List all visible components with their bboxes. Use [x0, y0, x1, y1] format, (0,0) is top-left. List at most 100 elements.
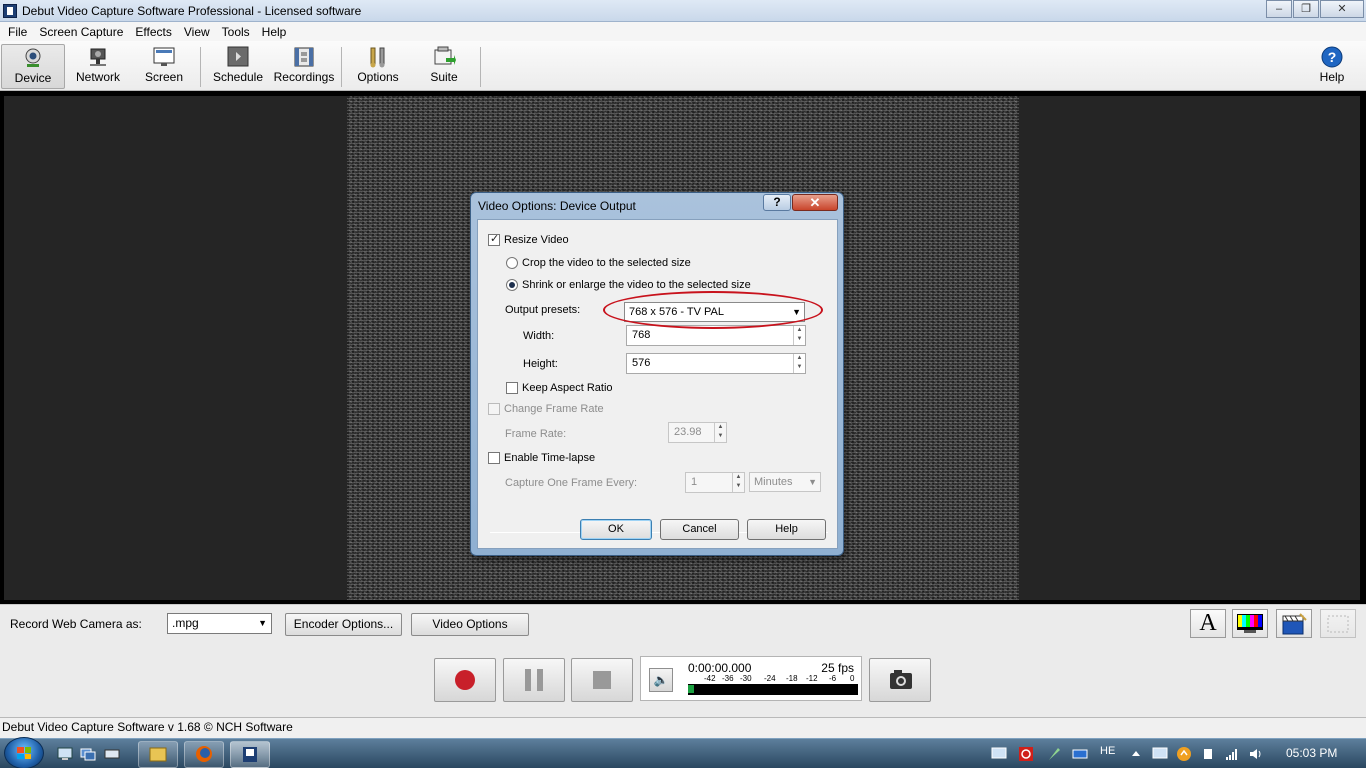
encoder-options-button[interactable]: Encoder Options... — [285, 613, 402, 636]
shrink-radio[interactable] — [506, 279, 518, 291]
show-hidden-icons-chevron[interactable] — [1128, 746, 1144, 762]
toolbar-separator — [480, 47, 481, 87]
enable-timelapse-row[interactable]: Enable Time-lapse — [488, 452, 595, 464]
resize-video-row[interactable]: Resize Video — [488, 232, 569, 246]
pause-button[interactable] — [503, 658, 565, 702]
capture-unit-select[interactable]: Minutes ▼ — [749, 472, 821, 492]
speaker-icon: 🔈 — [653, 673, 669, 687]
recording-fps: 25 fps — [821, 661, 854, 675]
menu-view[interactable]: View — [178, 25, 216, 39]
keep-aspect-row[interactable]: Keep Aspect Ratio — [506, 382, 613, 394]
menu-help[interactable]: Help — [256, 25, 293, 39]
screen-button[interactable]: Screen — [132, 44, 196, 89]
cancel-button[interactable]: Cancel — [660, 519, 739, 540]
dialog-close-button[interactable]: ✕ — [792, 194, 838, 211]
output-presets-value: 768 x 576 - TV PAL — [629, 306, 724, 318]
volume-tray-icon[interactable] — [1248, 746, 1264, 762]
capture-every-stepper[interactable]: ▲ ▼ — [732, 473, 744, 492]
display-tray-icon[interactable] — [1152, 746, 1168, 762]
recordings-button[interactable]: Recordings — [272, 44, 336, 89]
power-plug-tray-icon[interactable] — [1200, 746, 1216, 762]
suite-button[interactable]: Suite — [412, 44, 476, 89]
height-stepper[interactable]: ▲ ▼ — [793, 354, 805, 373]
crop-radio[interactable] — [506, 257, 518, 269]
power-tray-icon[interactable] — [1018, 746, 1034, 762]
audio-mute-button[interactable]: 🔈 — [649, 668, 673, 692]
snapshot-button[interactable] — [869, 658, 931, 702]
color-adjust-button[interactable] — [1232, 609, 1268, 638]
window-title: Debut Video Capture Software Professiona… — [22, 4, 362, 18]
change-frame-rate-row[interactable]: Change Frame Rate — [488, 403, 604, 415]
dropdown-arrow-icon: ▼ — [258, 618, 267, 628]
start-button[interactable] — [4, 737, 44, 768]
selection-rectangle-icon — [1327, 615, 1349, 633]
language-indicator[interactable]: HE — [1100, 745, 1115, 757]
effects-button[interactable] — [1276, 609, 1312, 638]
window-tray-icon[interactable] — [1072, 746, 1088, 762]
crop-option-row[interactable]: Crop the video to the selected size — [506, 257, 691, 269]
frame-rate-field[interactable]: 23.98 ▲ ▼ — [668, 422, 727, 443]
change-frame-rate-checkbox[interactable] — [488, 403, 500, 415]
monitor-tray-icon[interactable] — [991, 746, 1007, 762]
menu-screen-capture[interactable]: Screen Capture — [33, 25, 129, 39]
close-button[interactable]: ✕ — [1320, 0, 1364, 18]
meter-tick-label: -24 — [764, 674, 776, 683]
update-tray-icon[interactable] — [1176, 746, 1192, 762]
capture-every-label-row: Capture One Frame Every: — [505, 477, 637, 489]
text-overlay-button[interactable]: A — [1190, 609, 1226, 638]
suite-label: Suite — [430, 70, 458, 84]
wifi-signal-icon[interactable] — [1224, 746, 1240, 762]
taskbar-firefox[interactable] — [184, 741, 224, 768]
menu-effects[interactable]: Effects — [129, 25, 177, 39]
output-presets-select[interactable]: 768 x 576 - TV PAL ▼ — [624, 302, 805, 322]
width-value: 768 — [632, 329, 651, 341]
device-button[interactable]: Device — [1, 44, 65, 89]
capture-every-field[interactable]: 1 ▲ ▼ — [685, 472, 745, 493]
enable-timelapse-checkbox[interactable] — [488, 452, 500, 464]
record-format-select[interactable]: .mpg ▼ — [167, 613, 272, 634]
switch-windows-icon[interactable] — [80, 746, 96, 762]
taskbar-explorer[interactable] — [138, 741, 178, 768]
options-button[interactable]: Options — [346, 44, 410, 89]
resize-video-checkbox[interactable] — [488, 232, 500, 246]
video-options-button[interactable]: Video Options — [411, 613, 529, 636]
menu-tools[interactable]: Tools — [216, 25, 256, 39]
dialog-help-text-button[interactable]: Help — [747, 519, 826, 540]
audio-meter-scale: -42 -36 -30 -24 -18 -12 -6 0 — [688, 674, 858, 684]
color-bars-icon — [1237, 614, 1263, 633]
screen-icon — [153, 47, 175, 66]
feather-tray-icon[interactable] — [1046, 746, 1062, 762]
network-label: Network — [75, 70, 120, 84]
keyboard-icon[interactable] — [104, 746, 120, 762]
height-field[interactable]: 576 ▲ ▼ — [626, 353, 806, 374]
ok-button[interactable]: OK — [580, 519, 652, 540]
shrink-radio-label: Shrink or enlarge the video to the selec… — [522, 279, 751, 291]
width-field[interactable]: 768 ▲ ▼ — [626, 325, 806, 346]
taskbar-debut[interactable] — [230, 741, 270, 768]
taskbar-clock[interactable]: 05:03 PM — [1286, 746, 1337, 760]
show-desktop-icon[interactable] — [57, 746, 73, 762]
text-tool-icon: A — [1199, 610, 1217, 636]
meter-tick-label: 0 — [850, 674, 855, 683]
schedule-button[interactable]: Schedule — [206, 44, 270, 89]
keep-aspect-checkbox[interactable] — [506, 382, 518, 394]
main-toolbar: Device Network Screen Schedule Recording… — [0, 41, 1366, 91]
width-stepper[interactable]: ▲ ▼ — [793, 326, 805, 345]
frame-rate-label: Frame Rate: — [505, 428, 567, 440]
meter-tick-label: -12 — [806, 674, 818, 683]
shrink-option-row[interactable]: Shrink or enlarge the video to the selec… — [506, 279, 751, 291]
minimize-button[interactable]: ‒ — [1266, 0, 1292, 18]
maximize-button[interactable]: ❐ — [1293, 0, 1319, 18]
frame-rate-stepper[interactable]: ▲ ▼ — [714, 423, 726, 442]
debut-app-icon — [243, 747, 257, 762]
network-button[interactable]: Network — [66, 44, 130, 89]
menu-file[interactable]: File — [2, 25, 33, 39]
schedule-label: Schedule — [212, 70, 264, 84]
help-button[interactable]: ? Help — [1300, 44, 1364, 89]
dialog-help-button[interactable]: ? — [763, 194, 791, 211]
stop-button[interactable] — [571, 658, 633, 702]
record-button[interactable] — [434, 658, 496, 702]
meter-tick-label: -36 — [722, 674, 734, 683]
crop-region-button[interactable] — [1320, 609, 1356, 638]
windows-logo-icon — [17, 747, 31, 759]
